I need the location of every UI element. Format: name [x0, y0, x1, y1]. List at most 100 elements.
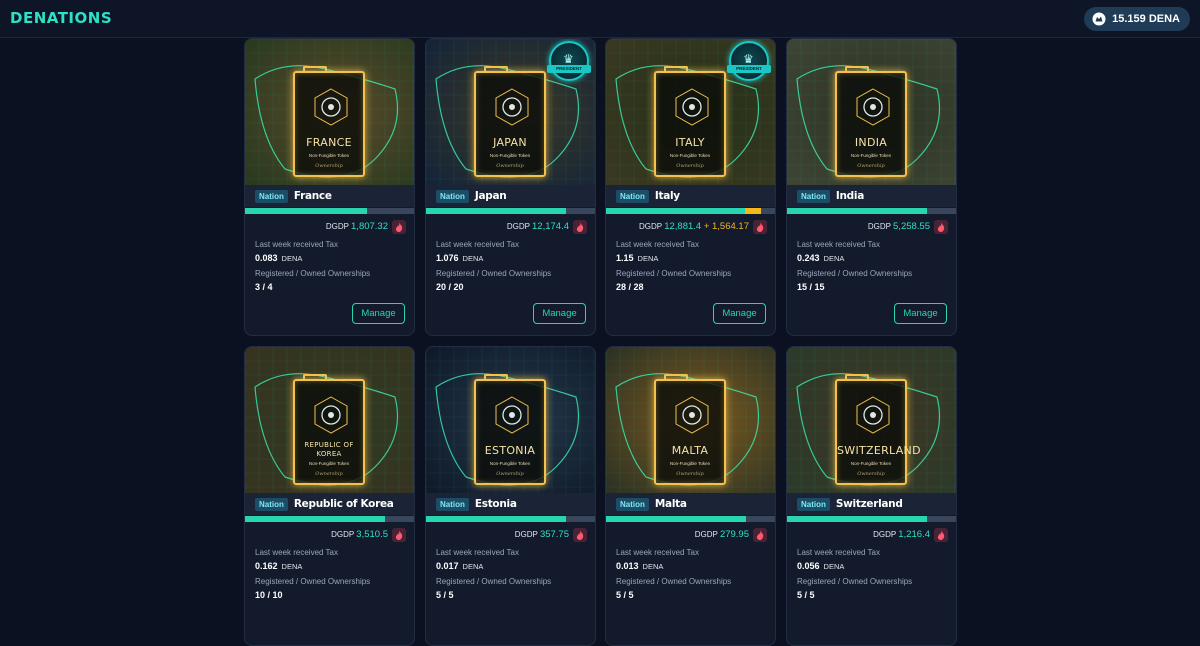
nation-tag-badge: Nation	[797, 189, 830, 203]
nft-frame: ITALY Non-Fungible Token Ownership	[654, 66, 726, 177]
ownership-progress-bar	[787, 516, 956, 522]
fire-icon[interactable]	[573, 220, 587, 234]
tax-unit: DENA	[281, 562, 303, 571]
nft-script-label: Ownership	[857, 471, 885, 477]
manage-button[interactable]: Manage	[533, 303, 586, 324]
dgdp-label: DGDP	[331, 530, 357, 539]
card-title-strip: Nation Italy	[606, 185, 775, 207]
nation-name[interactable]: Malta	[655, 498, 687, 510]
nation-nft-artwork[interactable]: FRANCE Non-Fungible Token Ownership	[245, 39, 414, 185]
manage-button[interactable]: Manage	[713, 303, 766, 324]
ownerships-label: Registered / Owned Ownerships	[797, 269, 913, 278]
ownership-progress-bar	[245, 208, 414, 214]
nft-frame: JAPAN Non-Fungible Token Ownership	[474, 66, 546, 177]
manage-button[interactable]: Manage	[352, 303, 405, 324]
ownerships-label: Registered / Owned Ownerships	[436, 269, 552, 278]
nft-subtitle: Non-Fungible Token	[669, 153, 711, 158]
nation-nft-artwork[interactable]: MALTA Non-Fungible Token Ownership	[606, 347, 775, 493]
nft-subtitle: Non-Fungible Token	[308, 461, 350, 466]
tax-amount: 1.076	[436, 253, 459, 263]
dgdp-bonus: + 1,564.17	[701, 221, 749, 232]
nft-frame: FRANCE Non-Fungible Token Ownership	[293, 66, 365, 177]
dgdp-amount: 5,258.55	[893, 221, 930, 232]
tax-amount: 0.056	[797, 561, 820, 571]
nation-tag-badge: Nation	[255, 189, 288, 203]
nft-script-label: Ownership	[676, 163, 704, 169]
nft-nation-title: ITALY	[675, 136, 705, 149]
card-title-strip: Nation Japan	[426, 185, 595, 207]
nation-card: ITALY Non-Fungible Token Ownership ♛ PRESIDE…	[605, 38, 776, 336]
tax-value: 0.243 DENA	[797, 253, 844, 263]
tax-amount: 0.243	[797, 253, 820, 263]
nft-subtitle: Non-Fungible Token	[489, 461, 531, 466]
dgdp-value: DGDP 279.95	[695, 529, 749, 540]
tax-amount: 0.162	[255, 561, 278, 571]
nft-frame: SWITZERLAND Non-Fungible Token Ownership	[835, 374, 921, 485]
dgdp-value: DGDP 12,174.4	[507, 221, 569, 232]
wallet-balance-button[interactable]: 15.159 DENA	[1084, 7, 1190, 31]
tax-value: 0.017 DENA	[436, 561, 483, 571]
nation-name[interactable]: France	[294, 190, 332, 202]
manage-button[interactable]: Manage	[894, 303, 947, 324]
nation-tag-badge: Nation	[797, 497, 830, 511]
dgdp-value: DGDP 3,510.5	[331, 529, 388, 540]
nation-nft-artwork[interactable]: JAPAN Non-Fungible Token Ownership ♛ PRESIDE…	[426, 39, 595, 185]
tax-value: 0.056 DENA	[797, 561, 844, 571]
dgdp-value: DGDP 357.75	[515, 529, 569, 540]
nft-script-label: Ownership	[496, 471, 524, 477]
nation-name[interactable]: India	[836, 190, 864, 202]
top-bar: DENATIONS 15.159 DENA	[0, 0, 1200, 38]
nation-nft-artwork[interactable]: ITALY Non-Fungible Token Ownership ♛ PRESIDE…	[606, 39, 775, 185]
tax-label: Last week received Tax	[255, 548, 339, 557]
nft-script-label: Ownership	[315, 163, 343, 169]
fire-icon[interactable]	[753, 220, 767, 234]
fire-icon[interactable]	[753, 528, 767, 542]
nft-frame-tab	[845, 374, 869, 380]
ownerships-label: Registered / Owned Ownerships	[255, 269, 371, 278]
tax-label: Last week received Tax	[255, 240, 339, 249]
dgdp-amount: 1,216.4	[898, 529, 930, 540]
ownerships-value: 20 / 20	[436, 282, 464, 292]
nft-subtitle: Non-Fungible Token	[308, 153, 350, 158]
nation-nft-artwork[interactable]: INDIA Non-Fungible Token Ownership	[787, 39, 956, 185]
ownership-progress-fill	[787, 208, 928, 214]
app-logo[interactable]: DENATIONS	[10, 9, 112, 27]
president-badge-label: PRESIDENT	[547, 65, 591, 73]
nation-nft-artwork[interactable]: ESTONIA Non-Fungible Token Ownership	[426, 347, 595, 493]
nft-script-label: Ownership	[676, 471, 704, 477]
dgdp-amount: 3,510.5	[356, 529, 388, 540]
fire-icon[interactable]	[934, 528, 948, 542]
nft-frame-tab	[484, 66, 508, 72]
nation-emblem-icon	[674, 87, 710, 127]
nation-name[interactable]: Republic of Korea	[294, 498, 394, 510]
nation-name[interactable]: Estonia	[475, 498, 517, 510]
tax-unit: DENA	[281, 254, 303, 263]
dgdp-amount: 1,807.32	[351, 221, 388, 232]
ownership-progress-fill	[606, 208, 745, 214]
nft-script-label: Ownership	[315, 471, 343, 477]
nation-name[interactable]: Italy	[655, 190, 680, 202]
president-badge: ♛ PRESIDENT	[727, 41, 771, 81]
fire-icon[interactable]	[573, 528, 587, 542]
nation-name[interactable]: Switzerland	[836, 498, 903, 510]
nation-name[interactable]: Japan	[475, 190, 507, 202]
tax-unit: DENA	[823, 254, 845, 263]
dgdp-amount: 12,174.4	[532, 221, 569, 232]
dgdp-label: DGDP	[867, 222, 894, 231]
dgdp-label: DGDP	[514, 530, 540, 539]
dgdp-label: DGDP	[639, 222, 665, 231]
tax-amount: 0.013	[616, 561, 639, 571]
nation-emblem-icon	[855, 395, 891, 435]
dgdp-amount: 12,881.4	[664, 221, 702, 232]
nation-emblem-icon	[494, 87, 530, 127]
card-title-strip: Nation Malta	[606, 493, 775, 515]
nation-nft-artwork[interactable]: REPUBLIC OF KOREA Non-Fungible Token Owner…	[245, 347, 414, 493]
fire-icon[interactable]	[392, 528, 406, 542]
fire-icon[interactable]	[934, 220, 948, 234]
ownerships-value: 3 / 4	[255, 282, 273, 292]
tax-unit: DENA	[642, 562, 664, 571]
nft-frame-tab	[664, 66, 688, 72]
nation-nft-artwork[interactable]: SWITZERLAND Non-Fungible Token Ownership	[787, 347, 956, 493]
tax-value: 0.013 DENA	[616, 561, 663, 571]
fire-icon[interactable]	[392, 220, 406, 234]
